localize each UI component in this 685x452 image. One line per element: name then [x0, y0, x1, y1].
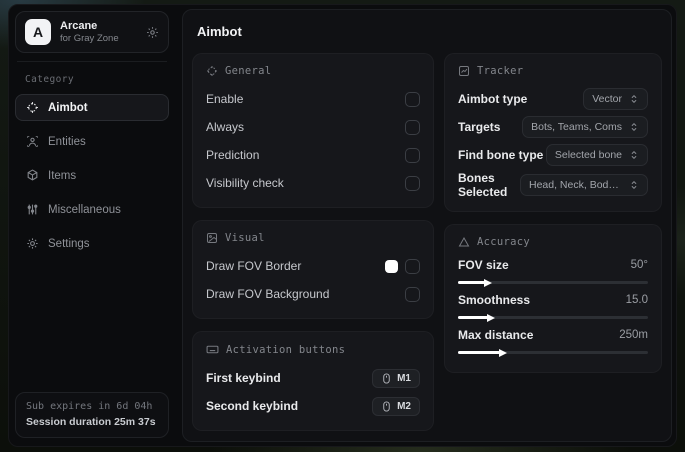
find-bone-type-dropdown[interactable]: Selected bone — [545, 144, 648, 166]
crosshair-icon — [26, 101, 39, 114]
setting-row-find-bone-type: Find bone type Selected bone — [458, 143, 648, 167]
unfold-icon — [629, 94, 639, 104]
sidebar-item-label: Items — [48, 169, 77, 182]
setting-row-aimbot-type: Aimbot type Vector — [458, 87, 648, 111]
triangle-icon — [458, 236, 470, 248]
accuracy-card: Accuracy FOV size 50° Smoothness 15.0 Ma… — [444, 224, 662, 373]
section-title: General — [225, 65, 272, 77]
sidebar-item-items[interactable]: Items — [15, 162, 169, 189]
enable-checkbox[interactable] — [405, 91, 420, 107]
second-keybind-button[interactable]: M2 — [372, 396, 420, 416]
section-title: Activation buttons — [226, 343, 346, 356]
sidebar-item-label: Settings — [48, 237, 90, 250]
general-card: General Enable Always Prediction Visibil… — [192, 53, 434, 208]
app-logo: A — [25, 19, 51, 45]
sidebar-nav: Aimbot Entities Items Miscellaneous Sett… — [15, 94, 169, 257]
bones-selected-dropdown[interactable]: Head, Neck, Body, Pe... — [520, 174, 648, 196]
unfold-icon — [629, 122, 639, 132]
session-duration-text: Session duration 25m 37s — [26, 416, 156, 428]
setting-row-always: Always — [206, 115, 420, 139]
setting-row-draw-fov-background: Draw FOV Background — [206, 282, 420, 306]
main-panel: Aimbot General Enable Always Prediction … — [182, 9, 672, 442]
entities-icon — [26, 135, 39, 148]
prediction-checkbox[interactable] — [405, 147, 420, 163]
always-checkbox[interactable] — [405, 119, 420, 135]
gear-icon[interactable] — [146, 26, 159, 39]
keyboard-icon — [206, 343, 219, 356]
first-keybind-button[interactable]: M1 — [372, 368, 420, 388]
tracker-icon — [458, 65, 470, 77]
sidebar-item-label: Miscellaneous — [48, 203, 121, 216]
app-name: Arcane — [60, 20, 98, 32]
section-title: Tracker — [477, 65, 524, 77]
fov-border-color-swatch[interactable] — [385, 259, 398, 273]
sub-expires-text: Sub expires in 6d 04h — [26, 401, 153, 412]
fov-size-slider-block: FOV size 50° — [458, 258, 648, 287]
activation-buttons-card: Activation buttons First keybind M1 Seco… — [192, 331, 434, 431]
slider-thumb[interactable] — [487, 313, 496, 322]
sidebar-item-entities[interactable]: Entities — [15, 128, 169, 155]
subscription-card: Sub expires in 6d 04h Session duration 2… — [15, 392, 169, 438]
mouse-icon — [381, 372, 392, 384]
unfold-icon — [629, 150, 639, 160]
aimbot-type-dropdown[interactable]: Vector — [583, 88, 648, 110]
slider-thumb[interactable] — [483, 278, 492, 287]
smoothness-value: 15.0 — [625, 294, 648, 306]
visual-card: Visual Draw FOV Border Draw FOV Backgrou… — [192, 220, 434, 319]
sidebar-item-aimbot[interactable]: Aimbot — [15, 94, 169, 121]
sidebar-item-label: Entities — [48, 135, 86, 148]
setting-row-second-keybind: Second keybind M2 — [206, 394, 420, 418]
crosshair-icon — [206, 65, 218, 77]
sidebar-divider — [17, 61, 167, 62]
app-subtitle: for Gray Zone — [60, 33, 119, 44]
visibility-check-checkbox[interactable] — [405, 175, 420, 191]
image-icon — [206, 232, 218, 244]
tracker-card: Tracker Aimbot type Vector Targets Bots,… — [444, 53, 662, 212]
sidebar-item-settings[interactable]: Settings — [15, 230, 169, 257]
sliders-icon — [26, 203, 39, 216]
targets-dropdown[interactable]: Bots, Teams, Coms — [522, 116, 648, 138]
cube-icon — [26, 169, 39, 182]
page-title: Aimbot — [197, 24, 242, 39]
setting-row-targets: Targets Bots, Teams, Coms — [458, 115, 648, 139]
app-window: A Arcane for Gray Zone Category Aimbot E… — [8, 4, 677, 447]
setting-row-draw-fov-border: Draw FOV Border — [206, 254, 420, 278]
fov-size-slider[interactable] — [458, 278, 648, 287]
setting-row-prediction: Prediction — [206, 143, 420, 167]
max-distance-slider[interactable] — [458, 348, 648, 357]
section-title: Accuracy — [477, 236, 530, 248]
setting-row-visibility-check: Visibility check — [206, 171, 420, 195]
sidebar-item-label: Aimbot — [48, 101, 88, 114]
sidebar: A Arcane for Gray Zone Category Aimbot E… — [9, 5, 175, 446]
smoothness-slider-block: Smoothness 15.0 — [458, 293, 648, 322]
sidebar-item-miscellaneous[interactable]: Miscellaneous — [15, 196, 169, 223]
smoothness-slider[interactable] — [458, 313, 648, 322]
setting-row-bones-selected: Bones Selected Head, Neck, Body, Pe... — [458, 171, 648, 199]
mouse-icon — [381, 400, 392, 412]
fov-size-value: 50° — [630, 259, 648, 271]
max-distance-slider-block: Max distance 250m — [458, 328, 648, 357]
category-label: Category — [25, 74, 74, 85]
draw-fov-background-checkbox[interactable] — [405, 286, 420, 302]
unfold-icon — [629, 180, 639, 190]
setting-row-enable: Enable — [206, 87, 420, 111]
settings-gear-icon — [26, 237, 39, 250]
draw-fov-border-checkbox[interactable] — [405, 258, 420, 274]
section-title: Visual — [225, 232, 265, 244]
app-logo-card: A Arcane for Gray Zone — [15, 11, 169, 53]
slider-thumb[interactable] — [498, 348, 507, 357]
max-distance-value: 250m — [619, 329, 648, 341]
setting-row-first-keybind: First keybind M1 — [206, 366, 420, 390]
